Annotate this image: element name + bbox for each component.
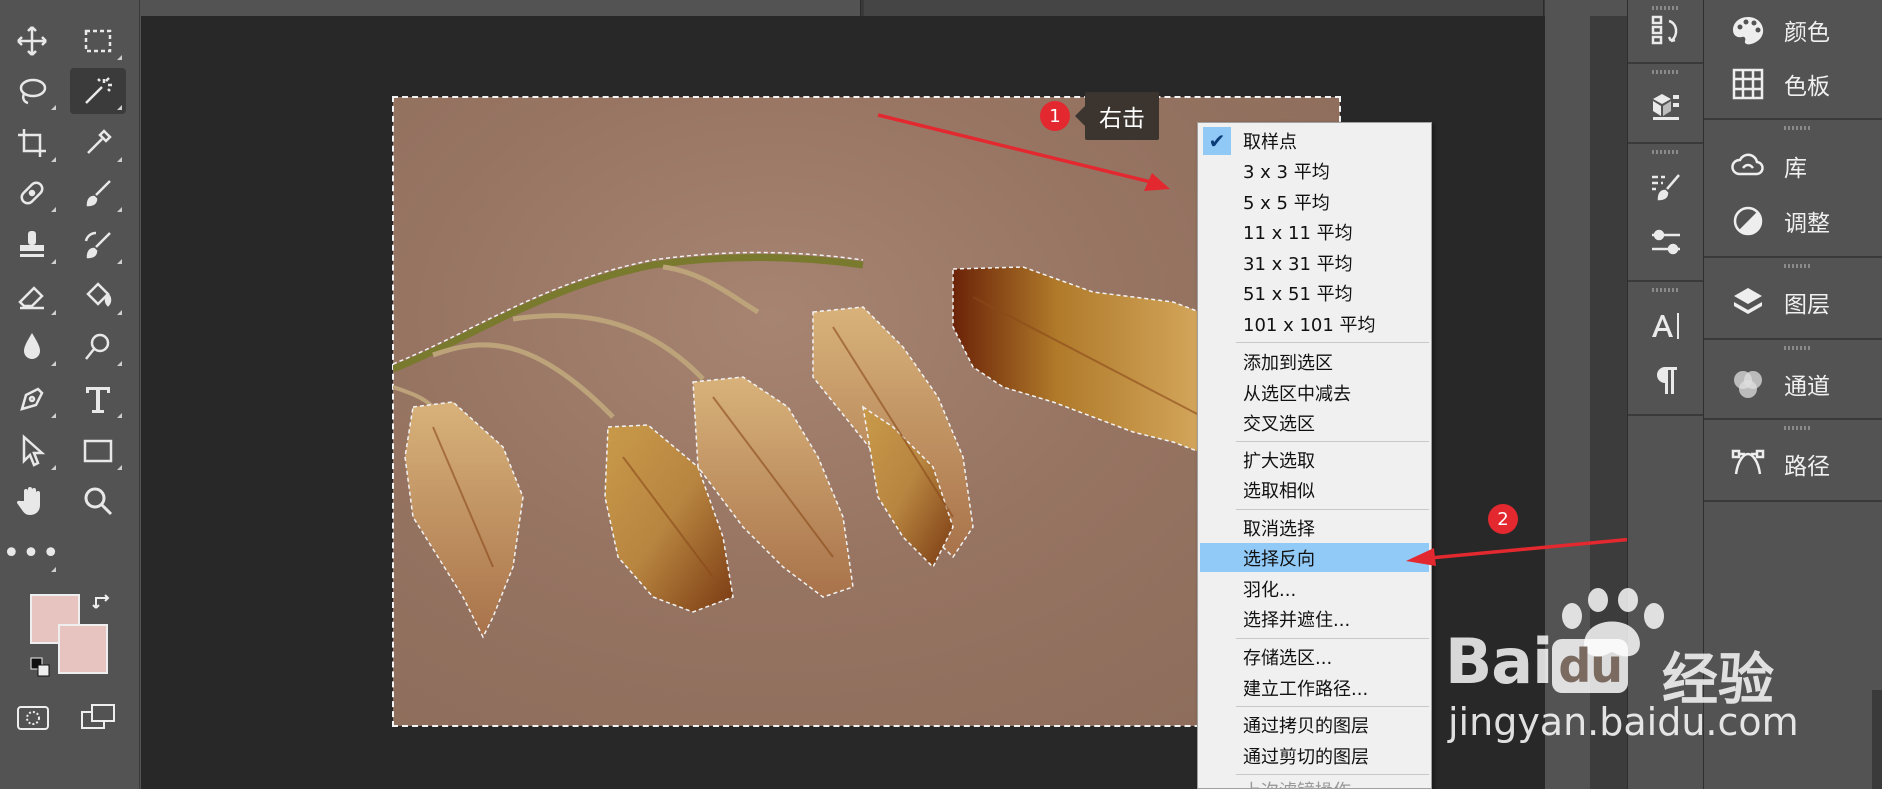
menu-item-101x101-average[interactable]: 101 x 101 平均 [1200, 309, 1429, 338]
panel-grip[interactable] [1784, 346, 1812, 350]
menu-item-sample-point[interactable]: ✔ 取样点 [1200, 126, 1429, 155]
menu-separator [1236, 342, 1429, 343]
document-tab[interactable] [864, 0, 1544, 16]
panel-grip[interactable] [1652, 150, 1680, 154]
menu-item-select-and-mask[interactable]: 选择并遮住... [1200, 604, 1429, 633]
menu-item-save-selection[interactable]: 存储选区... [1200, 642, 1429, 671]
character-icon[interactable] [1646, 306, 1686, 346]
menu-item-select-inverse[interactable]: 选择反向 [1200, 543, 1429, 572]
eyedropper-icon[interactable] [70, 120, 126, 166]
quick-mask-icon[interactable] [16, 704, 50, 732]
menu-item-51x51-average[interactable]: 51 x 51 平均 [1200, 278, 1429, 307]
panel-layers[interactable]: 图层 [1704, 276, 1882, 328]
spot-healing-icon[interactable] [4, 170, 60, 216]
menu-item-31x31-average[interactable]: 31 x 31 平均 [1200, 248, 1429, 277]
brush-icon[interactable] [70, 170, 126, 216]
menu-separator [1236, 706, 1429, 707]
tools-panel: ••• [0, 0, 140, 789]
baidu-wordmark: Bai du [1445, 625, 1629, 698]
paint-bucket-icon[interactable] [70, 273, 126, 319]
dodge-icon[interactable] [70, 324, 126, 370]
zoom-icon[interactable] [70, 478, 126, 524]
panel-adjustments[interactable]: 调整 [1704, 195, 1882, 247]
crop-icon[interactable] [4, 120, 60, 166]
menu-item-deselect[interactable]: 取消选择 [1200, 513, 1429, 542]
panel-scrollbar[interactable] [1872, 690, 1882, 789]
menu-item-layer-via-copy[interactable]: 通过拷贝的图层 [1200, 710, 1429, 739]
swatches-icon [1724, 64, 1772, 104]
menu-item-11x11-average[interactable]: 11 x 11 平均 [1200, 217, 1429, 246]
panel-color[interactable]: 颜色 [1704, 4, 1882, 56]
menu-separator [1236, 638, 1429, 639]
context-menu: ✔ 取样点 3 x 3 平均 5 x 5 平均 11 x 11 平均 31 x 3… [1197, 122, 1432, 789]
layers-icon [1724, 282, 1772, 322]
step-1-badge: 1 [1040, 101, 1070, 131]
panel-grip[interactable] [1784, 264, 1812, 268]
menu-item-grow[interactable]: 扩大选取 [1200, 445, 1429, 474]
type-icon[interactable] [70, 376, 126, 422]
document-tab-active[interactable] [141, 0, 861, 16]
magic-wand-icon[interactable] [70, 68, 126, 114]
blur-drop-icon[interactable] [4, 324, 60, 370]
paragraph-icon[interactable] [1646, 360, 1686, 400]
menu-item-similar[interactable]: 选取相似 [1200, 475, 1429, 504]
palette-icon [1724, 10, 1772, 50]
more-tools-icon[interactable]: ••• [2, 530, 60, 576]
panel-grip[interactable] [1652, 288, 1680, 292]
pen-icon[interactable] [4, 376, 60, 422]
menu-item-feather[interactable]: 羽化... [1200, 574, 1429, 603]
3d-icon[interactable] [1646, 84, 1686, 124]
menu-item-layer-via-cut[interactable]: 通过剪切的图层 [1200, 741, 1429, 770]
panel-grip[interactable] [1784, 426, 1812, 430]
history-icon[interactable] [1646, 10, 1686, 50]
panel-swatches[interactable]: 色板 [1704, 58, 1882, 110]
right-click-tooltip: 右击 [1075, 92, 1159, 140]
menu-item-last-filter[interactable]: 上次滤镜操作 [1200, 775, 1429, 789]
menu-item-5x5-average[interactable]: 5 x 5 平均 [1200, 187, 1429, 216]
menu-separator [1236, 509, 1429, 510]
panel-channels[interactable]: 通道 [1704, 358, 1882, 410]
rect-marquee-icon[interactable] [70, 18, 126, 64]
menu-item-make-work-path[interactable]: 建立工作路径... [1200, 673, 1429, 702]
step-2-badge: 2 [1488, 504, 1518, 534]
menu-item-subtract-from-selection[interactable]: 从选区中减去 [1200, 378, 1429, 407]
lasso-icon[interactable] [4, 68, 60, 114]
checkmark-icon: ✔ [1203, 127, 1231, 155]
document-tabs [141, 0, 1545, 16]
hand-icon[interactable] [4, 478, 60, 524]
stamp-icon[interactable] [4, 222, 60, 268]
menu-item-add-to-selection[interactable]: 添加到选区 [1200, 347, 1429, 376]
libraries-icon [1724, 146, 1772, 186]
channels-icon [1724, 364, 1772, 404]
adjustments-icon [1724, 201, 1772, 241]
swap-colors-icon[interactable] [92, 592, 114, 614]
menu-separator [1236, 441, 1429, 442]
panel-grip[interactable] [1784, 126, 1812, 130]
background-color-swatch[interactable] [58, 624, 108, 674]
panel-libraries[interactable]: 库 [1704, 140, 1882, 192]
eraser-icon[interactable] [4, 273, 60, 319]
history-brush-icon[interactable] [70, 222, 126, 268]
move-tool-icon[interactable] [4, 18, 60, 64]
panel-paths[interactable]: 路径 [1704, 438, 1882, 490]
rectangle-icon[interactable] [70, 428, 126, 474]
panel-grip[interactable] [1652, 70, 1680, 74]
brush-settings-icon[interactable] [1646, 168, 1686, 208]
properties-icon[interactable] [1646, 222, 1686, 262]
paths-icon [1724, 444, 1772, 484]
watermark-url: jingyan.baidu.com [1448, 700, 1799, 744]
menu-item-3x3-average[interactable]: 3 x 3 平均 [1200, 156, 1429, 185]
menu-item-intersect-selection[interactable]: 交叉选区 [1200, 408, 1429, 437]
default-colors-icon[interactable] [30, 657, 50, 677]
screen-mode-icon[interactable] [80, 702, 116, 732]
path-selection-icon[interactable] [4, 428, 60, 474]
